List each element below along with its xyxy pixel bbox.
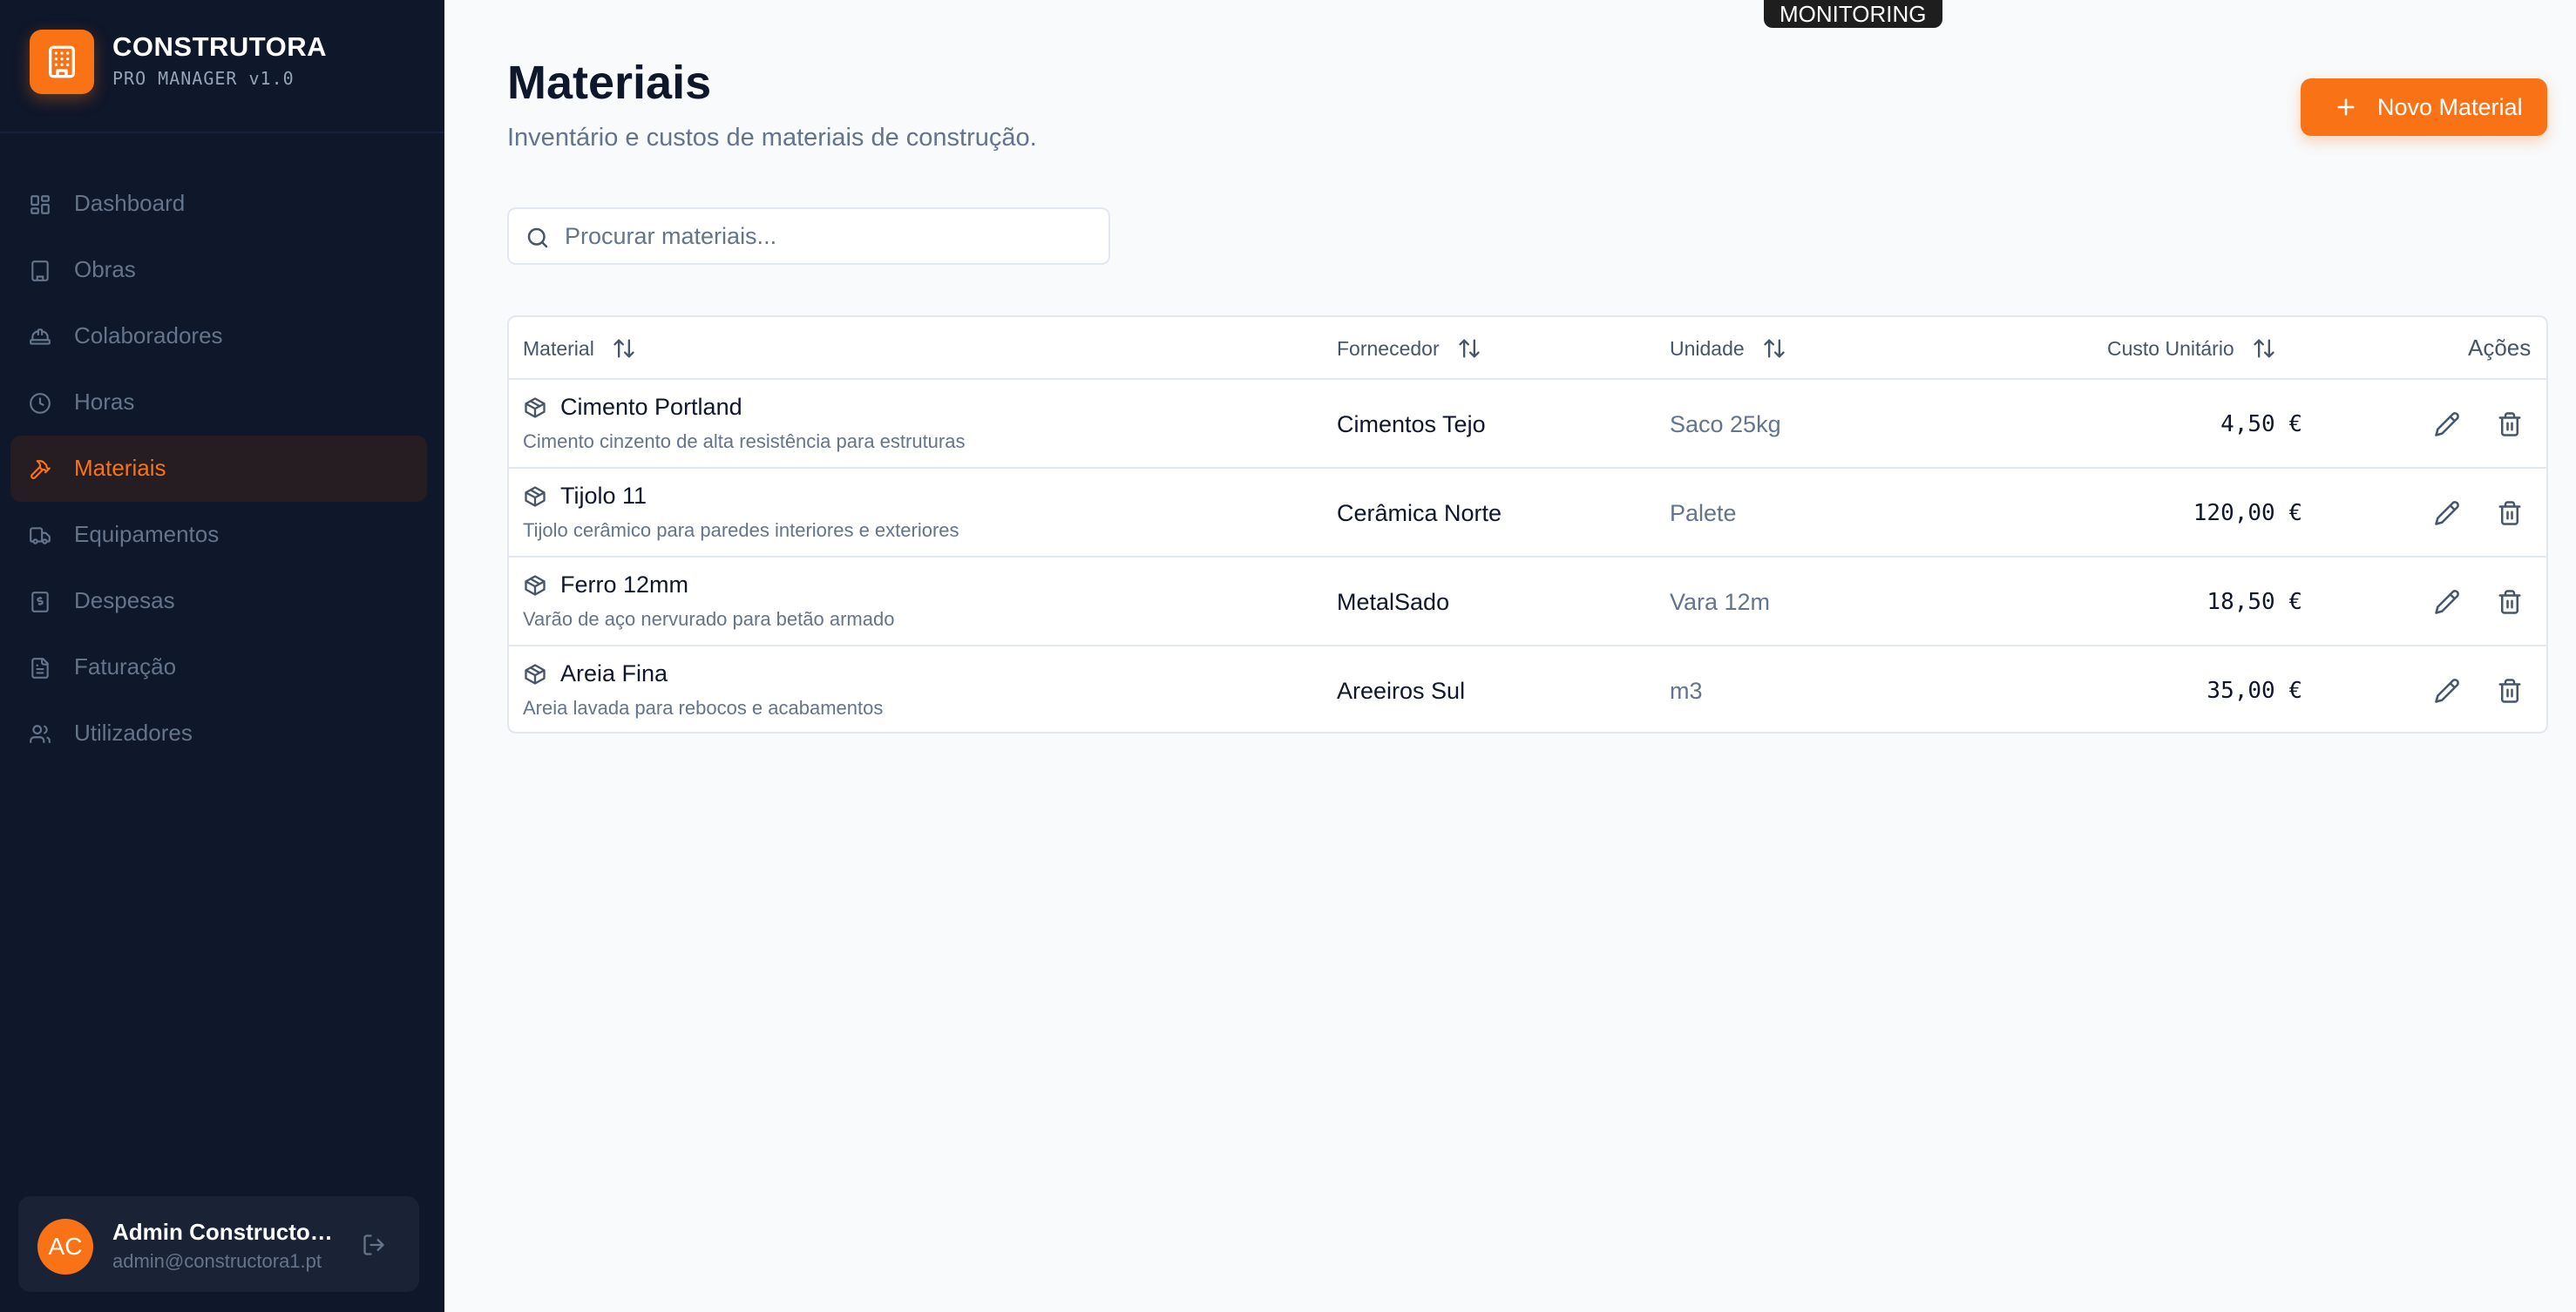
truck-icon	[28, 524, 52, 548]
trash-icon[interactable]	[2494, 675, 2525, 707]
column-material[interactable]: Material	[523, 336, 636, 361]
users-icon	[28, 722, 52, 747]
sidebar-nav: Dashboard Obras Colaboradores Horas Mate…	[10, 171, 427, 767]
sidebar-item-label: Despesas	[74, 587, 175, 613]
material-unit: Palete	[1670, 500, 1737, 526]
column-actions: Ações	[2468, 335, 2532, 361]
sort-icon	[2254, 339, 2274, 358]
material-name: Tijolo 11	[560, 483, 647, 509]
sidebar-item-label: Colaboradores	[74, 322, 223, 348]
materials-table: Material Fornecedor Unidade Custo Unitár…	[507, 315, 2548, 734]
material-name: Cimento Portland	[560, 394, 742, 420]
sidebar-item-materiais[interactable]: Materiais	[10, 436, 427, 502]
column-unit[interactable]: Unidade	[1670, 336, 1786, 361]
column-label: Material	[523, 336, 594, 360]
user-card: AC Admin Constructora 1 admin@constructo…	[18, 1196, 419, 1292]
sidebar-item-label: Utilizadores	[74, 720, 193, 746]
sidebar-item-label: Horas	[74, 389, 135, 415]
sidebar-item-obras[interactable]: Obras	[10, 237, 427, 303]
hard-hat-icon	[28, 325, 52, 349]
package-icon	[525, 486, 546, 507]
column-label: Custo Unitário	[2107, 336, 2234, 360]
brand-subtitle: PRO MANAGER v1.0	[112, 68, 295, 89]
column-cost[interactable]: Custo Unitário	[2107, 336, 2276, 361]
material-cost: 120,00 €	[2193, 500, 2302, 526]
material-cost: 35,00 €	[2207, 678, 2302, 704]
sidebar-item-label: Equipamentos	[74, 521, 220, 547]
sidebar-item-label: Materiais	[74, 455, 166, 481]
material-description: Areia lavada para rebocos e acabamentos	[523, 697, 884, 719]
file-text-icon	[28, 656, 52, 680]
brand-header: CONSTRUTORA PRO MANAGER v1.0	[0, 0, 444, 133]
material-supplier: Cerâmica Norte	[1337, 500, 1502, 526]
material-unit: m3	[1670, 678, 1703, 704]
sidebar-item-despesas[interactable]: Despesas	[10, 568, 427, 634]
receipt-icon	[28, 590, 52, 614]
column-supplier[interactable]: Fornecedor	[1337, 336, 1481, 361]
material-cost: 18,50 €	[2207, 589, 2302, 615]
sidebar-item-colaboradores[interactable]: Colaboradores	[10, 303, 427, 369]
sidebar-item-equipamentos[interactable]: Equipamentos	[10, 502, 427, 568]
monitoring-badge: MONITORING	[1764, 0, 1942, 28]
package-icon	[525, 575, 546, 596]
search-icon	[527, 227, 548, 248]
material-supplier: Areeiros Sul	[1337, 678, 1466, 704]
table-header: Material Fornecedor Unidade Custo Unitár…	[509, 317, 2546, 380]
column-label: Fornecedor	[1337, 336, 1440, 360]
page-subtitle: Inventário e custos de materiais de cons…	[507, 124, 1037, 152]
brand-name: CONSTRUTORA	[112, 31, 328, 62]
table-row: Ferro 12mm Varão de aço nervurado para b…	[509, 558, 2546, 646]
trash-icon[interactable]	[2494, 409, 2525, 440]
sort-icon	[1764, 339, 1785, 358]
user-name: Admin Constructora 1	[112, 1219, 339, 1245]
sidebar-item-label: Faturação	[74, 653, 177, 680]
hammer-icon	[28, 457, 52, 482]
building-icon	[28, 259, 52, 283]
material-description: Tijolo cerâmico para paredes interiores …	[523, 519, 959, 541]
table-row: Areia Fina Areia lavada para rebocos e a…	[509, 646, 2546, 732]
clock-icon	[28, 391, 52, 416]
column-label: Unidade	[1670, 336, 1745, 360]
sidebar-item-label: Obras	[74, 256, 136, 282]
pencil-icon[interactable]	[2431, 409, 2463, 440]
material-description: Varão de aço nervurado para betão armado	[523, 608, 895, 630]
sort-icon	[1458, 339, 1480, 358]
sidebar-item-dashboard[interactable]: Dashboard	[10, 171, 427, 237]
pencil-icon[interactable]	[2431, 675, 2463, 707]
trash-icon[interactable]	[2494, 497, 2525, 529]
sidebar-item-faturacao[interactable]: Faturação	[10, 634, 427, 700]
search-box	[507, 207, 1110, 265]
material-name: Areia Fina	[560, 660, 668, 686]
new-material-button[interactable]: Novo Material	[2301, 78, 2547, 136]
plus-icon	[2337, 98, 2355, 116]
material-supplier: Cimentos Tejo	[1337, 411, 1486, 437]
material-unit: Saco 25kg	[1670, 411, 1781, 437]
user-email: admin@constructora1.pt	[112, 1250, 322, 1272]
package-icon	[525, 664, 546, 685]
search-input[interactable]	[565, 218, 1096, 254]
material-description: Cimento cinzento de alta resistência par…	[523, 430, 966, 452]
material-cost: 4,50 €	[2220, 411, 2302, 437]
sidebar-item-horas[interactable]: Horas	[10, 369, 427, 436]
pencil-icon[interactable]	[2431, 497, 2463, 529]
sort-icon	[613, 339, 634, 358]
trash-icon[interactable]	[2494, 586, 2525, 618]
sidebar-item-label: Dashboard	[74, 190, 186, 216]
sidebar-item-utilizadores[interactable]: Utilizadores	[10, 700, 427, 767]
table-row: Cimento Portland Cimento cinzento de alt…	[509, 380, 2546, 469]
building-icon	[30, 30, 94, 94]
package-icon	[525, 397, 546, 418]
new-material-label: Novo Material	[2377, 94, 2523, 120]
logout-icon[interactable]	[360, 1231, 388, 1259]
avatar: AC	[37, 1219, 93, 1275]
sidebar: CONSTRUTORA PRO MANAGER v1.0 Dashboard O…	[0, 0, 444, 1312]
material-unit: Vara 12m	[1670, 589, 1771, 615]
dashboard-icon	[28, 193, 52, 217]
pencil-icon[interactable]	[2431, 586, 2463, 618]
material-name: Ferro 12mm	[560, 571, 689, 598]
material-supplier: MetalSado	[1337, 589, 1450, 615]
table-row: Tijolo 11 Tijolo cerâmico para paredes i…	[509, 469, 2546, 558]
page-title: Materiais	[507, 57, 712, 109]
